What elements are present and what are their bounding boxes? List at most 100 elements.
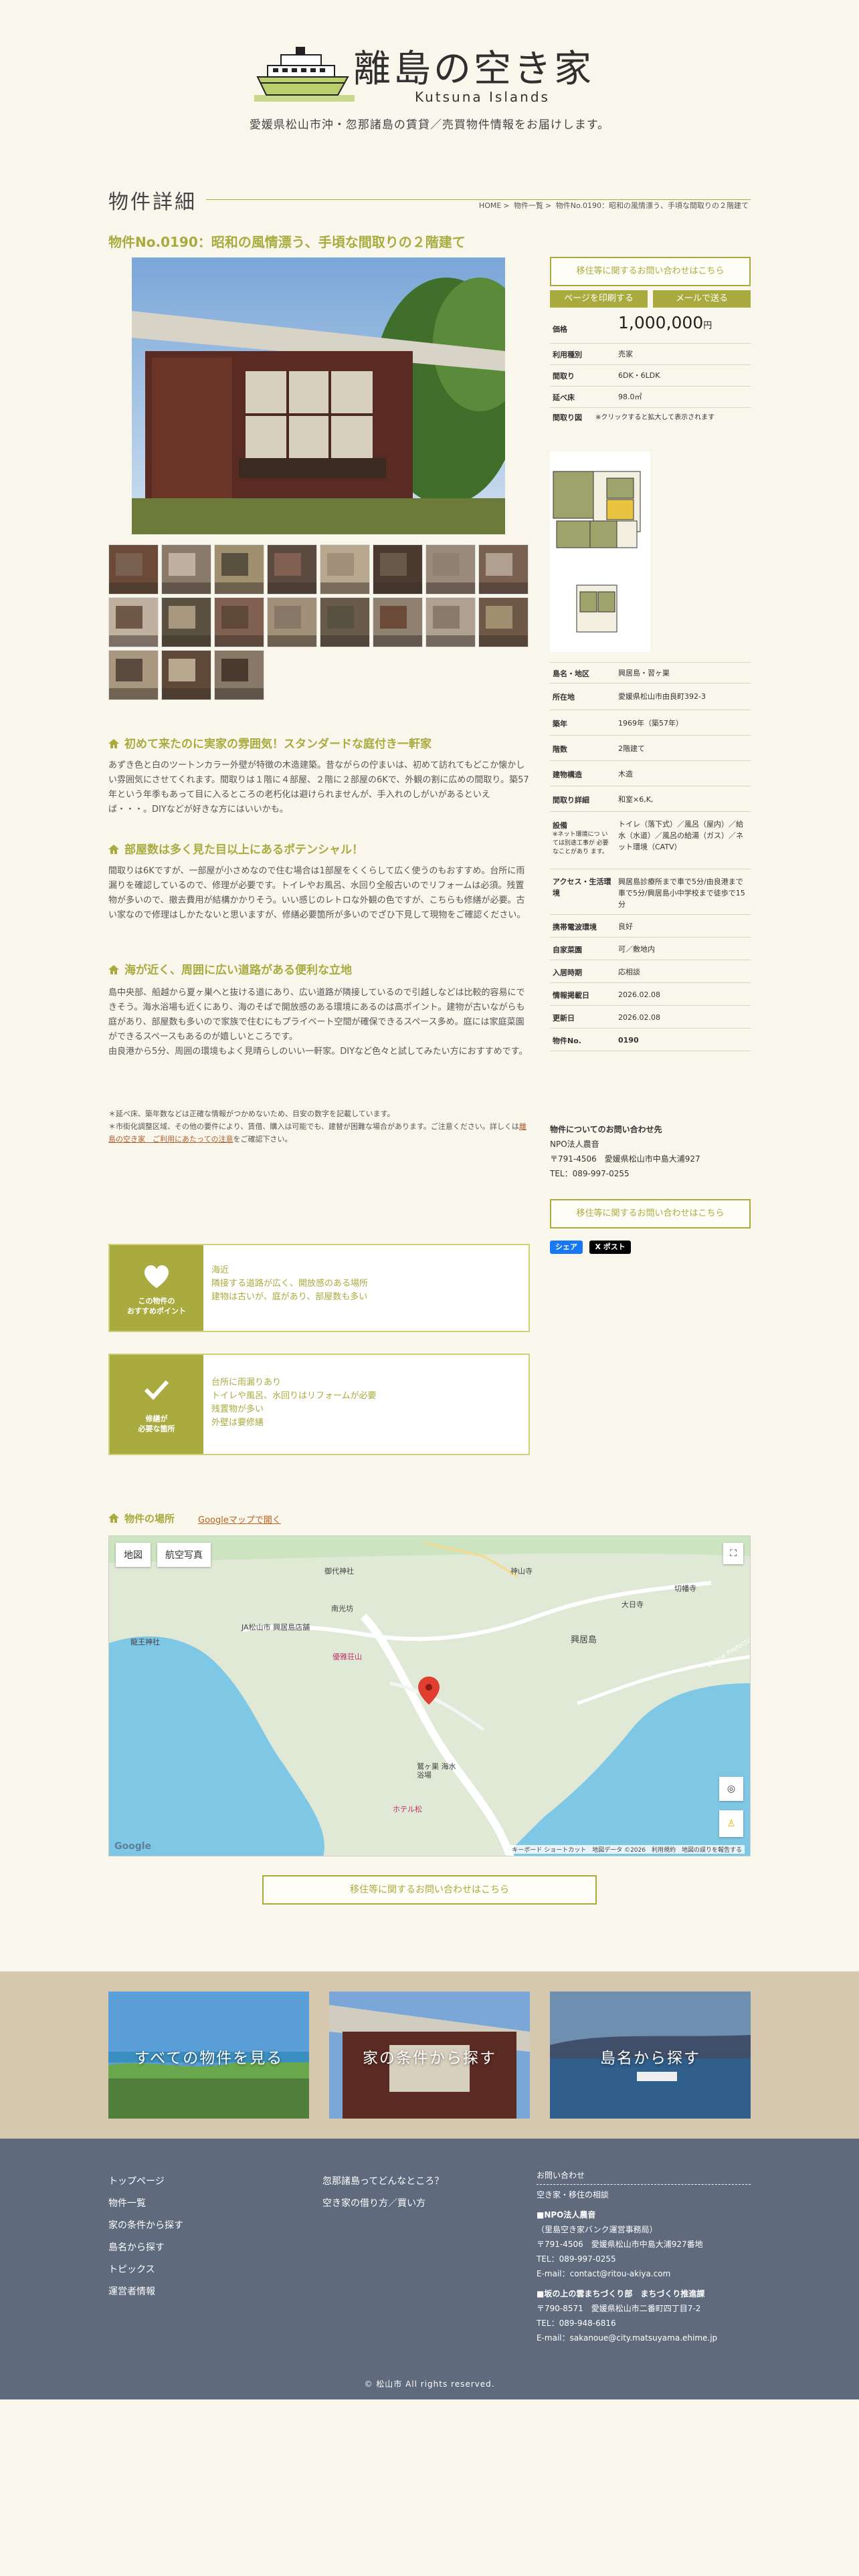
print-page-button[interactable]: ページを印刷する: [550, 290, 648, 308]
footer-link-islands[interactable]: 島名から探す: [108, 2237, 183, 2259]
section-body-1: あずき色と白のツートンカラー外壁が特徴の木造建築。昔ながらの佇まいは、初めて訪れ…: [108, 760, 529, 815]
map-view-button[interactable]: 地図: [116, 1543, 151, 1567]
share-buttons: シェア X ポスト: [550, 1241, 635, 1254]
site-title: 離島の空き家: [353, 47, 594, 91]
map-label: ホテル松: [393, 1805, 422, 1814]
recommend-items: 海近 隣接する道路が広く、開放感のある場所 建物は古いが、庭があり、部屋数も多い: [211, 1265, 369, 1302]
thumbnail[interactable]: [267, 597, 317, 647]
site-logo[interactable]: 離島の空き家 Kutsuna Islands: [254, 33, 602, 107]
thumbnail[interactable]: [214, 544, 264, 595]
google-maps-link[interactable]: Googleマップで開く: [198, 1513, 281, 1525]
copyright: © 松山市 All rights reserved.: [364, 2379, 495, 2389]
thumbnail[interactable]: [214, 597, 264, 647]
thumbnail[interactable]: [161, 597, 211, 647]
pegman-icon[interactable]: ♙: [719, 1810, 743, 1837]
page-title: 物件詳細: [108, 191, 197, 214]
banner-search-conditions[interactable]: 家の条件から探す: [329, 1992, 530, 2119]
thumbnail[interactable]: [267, 544, 317, 595]
banner-section: すべての物件を見る 家の条件から探す 島名から探す: [0, 1971, 859, 2139]
home-icon: [108, 1513, 119, 1523]
thumbnail[interactable]: [478, 597, 529, 647]
check-icon: [144, 1380, 169, 1400]
section-heading-1: 初めて来たのに実家の雰囲気！スタンダードな庭付き一軒家: [108, 734, 432, 751]
spec-row: 島名・地区 興居島・習ヶ巣: [550, 662, 751, 683]
section-body-2: 間取りは6Kですが、一部屋が小さめなので住む場合は1部屋をくくらして広く使うのも…: [108, 866, 526, 920]
spec-row: 物件No. 0190: [550, 1029, 751, 1051]
recommend-label: この物件の おすすめポイント: [127, 1297, 186, 1315]
thumbnail[interactable]: [161, 650, 211, 700]
footer-link-topics[interactable]: トピックス: [108, 2259, 183, 2281]
repair-points-box: 修繕が 必要な箇所 台所に雨漏りあり トイレや風呂、水回りはリフォームが必要 残…: [108, 1354, 530, 1455]
map[interactable]: 地図 航空写真 ⛶ 御代神社 神山寺 南光坊 JA松山市 興居島店舗 優雅荘山 …: [108, 1535, 751, 1856]
spec-row: 更新日 2026.02.08: [550, 1006, 751, 1029]
breadcrumb-list[interactable]: 物件一覧: [514, 201, 543, 210]
site-subtitle: Kutsuna Islands: [415, 89, 550, 105]
spec-row: アクセス・生活環境 興居島診療所まで車で5分/由良港まで車で5分/興居島小中学校ま…: [550, 869, 751, 915]
thumbnail[interactable]: [320, 544, 370, 595]
spec-row-floorplan: 間取り図 ※クリックすると拡大して表示されます: [553, 413, 715, 422]
footer-nav-2: 忽那諸島ってどんなところ？ 空き家の借り方／買い方: [322, 2171, 444, 2215]
repair-items: 台所に雨漏りあり トイレや風呂、水回りはリフォームが必要 残置物が多い 外壁は要…: [211, 1378, 377, 1428]
property-title: 物件No.0190：昭和の風情漂う、手頃な間取りの２階建て: [108, 234, 466, 250]
footer-link-operator[interactable]: 運営者情報: [108, 2281, 183, 2303]
footer-link-howto[interactable]: 空き家の借り方／買い方: [322, 2193, 444, 2215]
inquiry-button[interactable]: 移住等に関するお問い合わせはこちら: [550, 257, 751, 286]
footer-link-list[interactable]: 物件一覧: [108, 2193, 183, 2215]
repair-label: 修繕が 必要な箇所: [138, 1414, 175, 1433]
thumbnail[interactable]: [320, 597, 370, 647]
footer-contact: お問い合わせ 空き家・移住の相談 ■NPO法人農音 （里島空き家バンク運営事務局…: [537, 2168, 751, 2345]
floorplan-image[interactable]: [550, 451, 650, 652]
breadcrumb: HOME > 物件一覧 > 物件No.0190：昭和の風情漂う、手頃な間取りの２階建…: [478, 201, 749, 210]
spec-row: 建物構造 木造: [550, 761, 751, 786]
satellite-view-button[interactable]: 航空写真: [157, 1543, 211, 1567]
map-label: 南光坊: [331, 1604, 353, 1613]
price-value: 1,000,000: [618, 313, 704, 332]
inquiry-button-2[interactable]: 移住等に関するお問い合わせはこちら: [550, 1199, 751, 1228]
spec-row: 延べ床 98.0㎡: [550, 387, 751, 408]
notes: ＊延べ床、築年数などは正確な情報がつかめないため、目安の数字を記載しています。 …: [108, 1109, 527, 1144]
thumbnail[interactable]: [373, 544, 423, 595]
spec-row: 階数 2階建て: [550, 736, 751, 761]
map-label: 優雅荘山: [332, 1652, 362, 1661]
banner-all-properties[interactable]: すべての物件を見る: [108, 1992, 309, 2119]
thumbnail[interactable]: [108, 650, 159, 700]
banner-search-islands[interactable]: 島名から探す: [550, 1992, 751, 2119]
footer-link-conditions[interactable]: 家の条件から探す: [108, 2215, 183, 2237]
location-icon[interactable]: ◎: [719, 1777, 743, 1801]
tagline: 愛媛県松山市沖・忽那諸島の賃貸／売買物件情報をお届けします。: [249, 118, 610, 132]
main-photo[interactable]: [132, 257, 505, 534]
spec-row: 利用種別 売家: [550, 344, 751, 365]
thumbnail[interactable]: [373, 597, 423, 647]
facebook-share-button[interactable]: シェア: [550, 1241, 583, 1254]
thumbnail[interactable]: [108, 597, 159, 647]
breadcrumb-current: 物件No.0190：昭和の風情漂う、手頃な間取りの２階建て: [555, 201, 749, 210]
map-label: JA松山市 興居島店舗: [242, 1623, 310, 1632]
ship-icon: [254, 47, 355, 102]
thumbnail[interactable]: [161, 544, 211, 595]
thumbnail[interactable]: [425, 544, 476, 595]
spec-row: 所在地 愛媛県松山市由良町392-3: [550, 683, 751, 710]
map-label: 大日寺: [622, 1600, 644, 1609]
contact-info: 物件についてのお問い合わせ先 NPO法人農音 〒791-4506 愛媛県松山市中…: [550, 1125, 700, 1178]
bottom-inquiry-button[interactable]: 移住等に関するお問い合わせはこちら: [262, 1875, 597, 1905]
mail-send-button[interactable]: メールで送る: [653, 290, 751, 308]
spec-row: 間取り詳細 和室×6,K,: [550, 786, 751, 812]
footer-email-1[interactable]: E-mail：contact@ritou-akiya.com: [537, 2266, 751, 2281]
thumbnail[interactable]: [108, 544, 159, 595]
map-label: 鷲ヶ巣 海水浴場: [417, 1762, 456, 1780]
spec-row: 設備 ※ネット環境につ いては別途工事が 必要なことがあり ます。 トイレ（落下…: [550, 812, 751, 869]
recommend-points-box: この物件の おすすめポイント 海近 隣接する道路が広く、開放感のある場所 建物は…: [108, 1244, 530, 1332]
footer-email-2[interactable]: E-mail：sakanoue@city.matsuyama.ehime.jp: [537, 2331, 751, 2345]
thumbnail[interactable]: [478, 544, 529, 595]
fullscreen-icon[interactable]: ⛶: [723, 1543, 743, 1564]
breadcrumb-home[interactable]: HOME: [479, 201, 501, 210]
x-post-button[interactable]: X ポスト: [589, 1241, 631, 1254]
thumbnail[interactable]: [214, 650, 264, 700]
home-icon: [108, 845, 119, 854]
map-label: 神山寺: [510, 1567, 533, 1576]
section-heading-3: 海が近く、周囲に広い道路がある便利な立地: [108, 960, 352, 977]
thumbnail[interactable]: [425, 597, 476, 647]
footer-link-about[interactable]: 忽那諸島ってどんなところ？: [322, 2171, 444, 2193]
map-attribution[interactable]: キーボード ショートカット 地図データ ©2026 利用規約 地図の誤りを報告す…: [509, 1845, 745, 1854]
footer-link-top[interactable]: トップページ: [108, 2171, 183, 2193]
